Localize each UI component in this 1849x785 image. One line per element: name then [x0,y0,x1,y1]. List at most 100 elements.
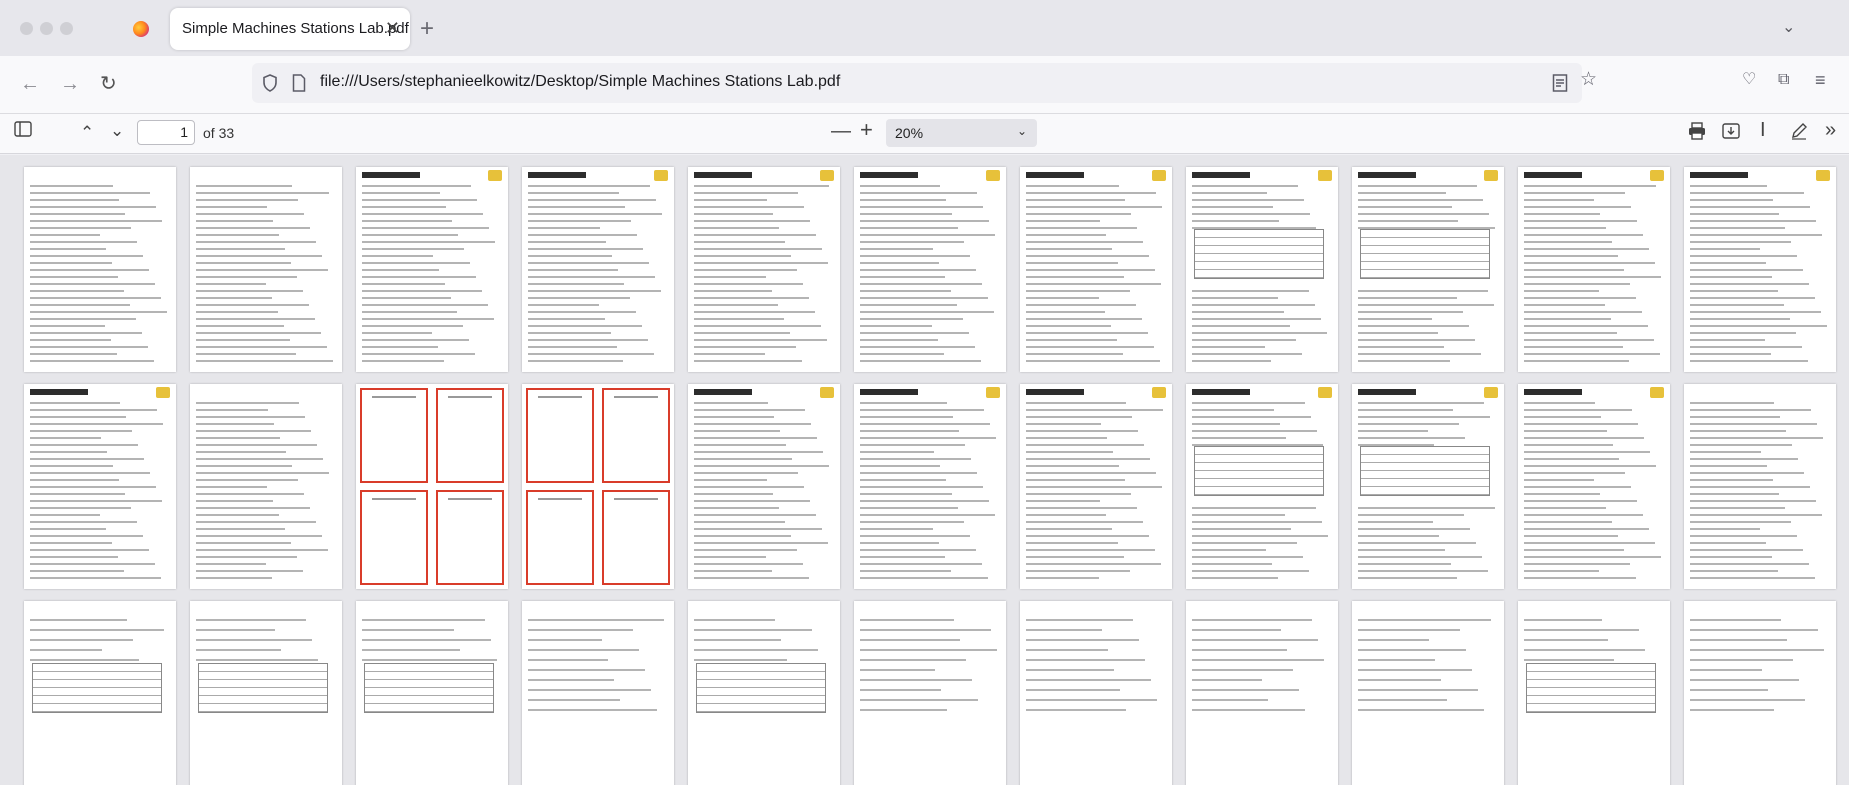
text-line [1690,220,1816,222]
pdf-page-thumbnail[interactable] [688,601,840,785]
pdf-page-thumbnail[interactable] [24,167,176,372]
double-chevron-icon[interactable]: » [1825,120,1836,140]
text-line [1192,535,1328,537]
text-line [196,556,297,558]
pdf-page-thumbnail[interactable] [688,167,840,372]
chevron-down-icon[interactable]: ⌄ [1782,17,1795,37]
pdf-page-thumbnail[interactable] [24,384,176,589]
page-number-input[interactable]: 1 [137,120,195,145]
text-line [1026,255,1149,257]
zoom-select[interactable]: 20% ⌄ [886,119,1037,147]
extensions-icon[interactable]: ⧉ [1778,71,1789,89]
pdf-page-thumbnail[interactable] [522,167,674,372]
text-line [30,514,100,516]
pdf-page-thumbnail[interactable] [1186,384,1338,589]
text-line [196,528,285,530]
hamburger-icon[interactable]: ≡ [1815,71,1826,89]
pdf-page-thumbnail[interactable] [1518,384,1670,589]
window-close-dot[interactable] [20,22,33,35]
pdf-page-thumbnail[interactable] [688,384,840,589]
window-zoom-dot[interactable] [60,22,73,35]
reload-button[interactable]: ↻ [100,73,117,95]
pdf-page-thumbnail[interactable] [1352,601,1504,785]
shield-icon[interactable] [262,74,278,92]
text-line [1026,570,1130,572]
next-page-chevron-icon[interactable]: ⌄ [110,121,124,141]
pdf-page-thumbnail[interactable] [1186,167,1338,372]
pdf-page-thumbnail[interactable] [1684,167,1836,372]
pdf-page-thumbnail[interactable] [1684,384,1836,589]
back-button[interactable]: ← [20,73,40,95]
pdf-page-thumbnail[interactable] [1352,384,1504,589]
star-icon[interactable]: ☆ [1580,70,1597,89]
pdf-page-thumbnail[interactable] [522,384,674,589]
pdf-page-thumbnail[interactable] [190,601,342,785]
new-tab-plus-icon[interactable]: + [420,15,434,43]
text-line [30,206,156,208]
tab-close-icon[interactable]: ✕ [385,18,400,38]
text-line [362,629,454,631]
pdf-page-thumbnail[interactable] [1518,167,1670,372]
pdf-page-thumbnail[interactable] [522,601,674,785]
url-bar[interactable]: file:///Users/stephanieelkowitz/Desktop/… [252,63,1582,103]
text-line [860,339,938,341]
pdf-page-thumbnail[interactable] [24,601,176,785]
text-line [196,423,274,425]
pdf-page-thumbnail[interactable] [1352,167,1504,372]
reader-view-icon[interactable] [1552,74,1568,92]
text-line [860,437,996,439]
window-minimize-dot[interactable] [40,22,53,35]
pdf-page-thumbnail[interactable] [356,601,508,785]
pen-icon[interactable] [1790,122,1808,145]
text-line [1358,304,1494,306]
text-line [1192,304,1315,306]
pdf-page-thumbnail[interactable] [356,167,508,372]
text-line [860,629,991,631]
pdf-page-thumbnail[interactable] [854,167,1006,372]
text-line [528,269,618,271]
chevron-down-icon: ⌄ [1016,124,1027,138]
text-line [694,577,809,579]
pdf-viewer[interactable] [0,155,1849,785]
pdf-page-thumbnail[interactable] [854,601,1006,785]
text-line [1358,542,1476,544]
pdf-page-thumbnail[interactable] [190,167,342,372]
pdf-page-thumbnail[interactable] [190,384,342,589]
pdf-page-thumbnail[interactable] [356,384,508,589]
text-line [694,493,773,495]
tab-active[interactable]: Simple Machines Stations Lab.pdf ✕ [170,8,410,50]
text-line [1690,486,1810,488]
pdf-page-thumbnail[interactable] [1518,601,1670,785]
text-line [196,465,292,467]
text-line [196,479,298,481]
text-line [196,304,309,306]
previous-page-chevron-icon[interactable]: ⌃ [80,123,94,143]
text-cursor-icon[interactable]: I [1760,120,1766,140]
text-line [528,629,633,631]
zoom-out-button[interactable]: — [831,121,851,141]
text-line [196,649,281,651]
download-icon[interactable] [1722,122,1740,145]
forward-button[interactable]: → [60,73,80,95]
text-line [1192,629,1281,631]
zoom-in-button[interactable]: + [860,119,873,141]
pocket-icon[interactable]: ♡ [1742,71,1756,89]
sidebar-toggle-icon[interactable] [14,121,32,142]
pdf-page-thumbnail[interactable] [1684,601,1836,785]
text-line [528,619,664,621]
text-line [1524,619,1602,621]
text-line [1690,570,1778,572]
pdf-page-thumbnail[interactable] [854,384,1006,589]
pdf-page-thumbnail[interactable] [1020,384,1172,589]
text-line [1358,332,1438,334]
text-line [860,360,981,362]
text-line [1690,556,1772,558]
print-icon[interactable] [1688,122,1706,145]
text-line [860,577,988,579]
pdf-page-thumbnail[interactable] [1020,167,1172,372]
text-line [860,679,972,681]
text-line [196,325,284,327]
pdf-page-thumbnail[interactable] [1020,601,1172,785]
text-line [860,269,976,271]
pdf-page-thumbnail[interactable] [1186,601,1338,785]
